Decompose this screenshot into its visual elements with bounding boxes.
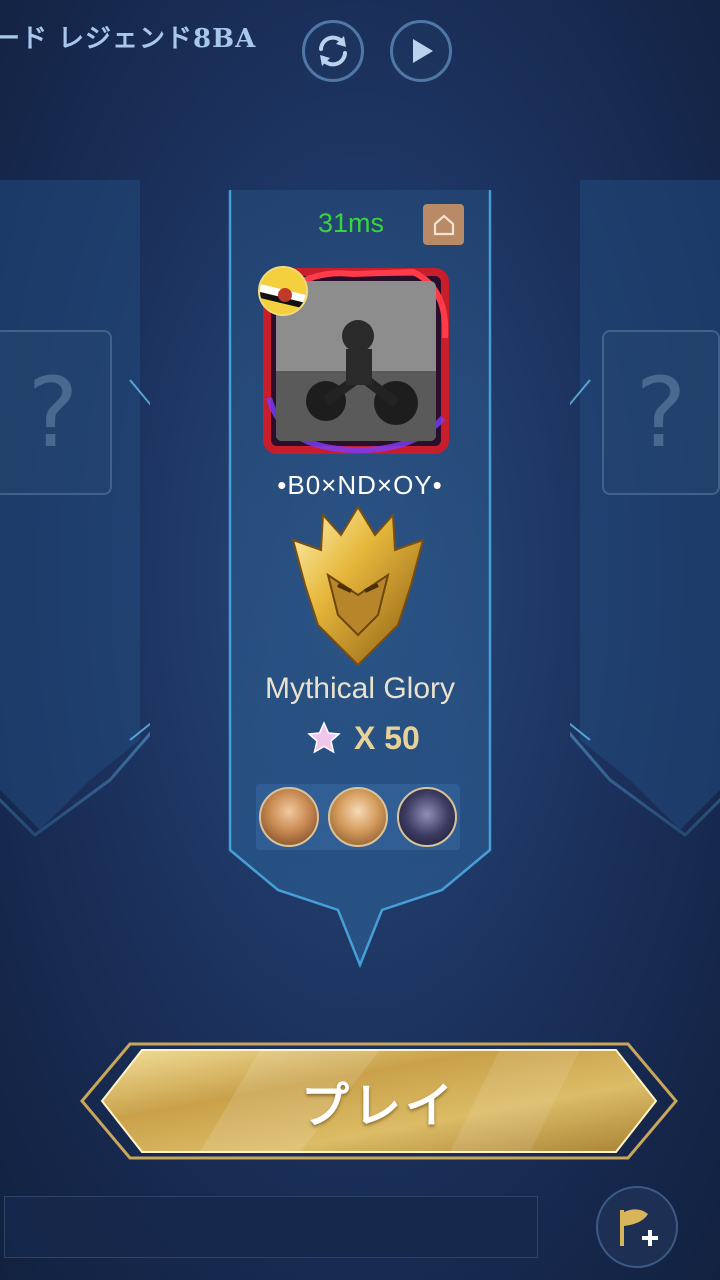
star-icon (307, 721, 341, 754)
question-mark-card: ? (0, 330, 112, 495)
flag-plus-icon (620, 1209, 658, 1246)
slot-banner-left (0, 180, 150, 837)
home-badge (423, 204, 464, 245)
question-mark-card: ? (602, 330, 720, 495)
star-count-row: X 50 (306, 716, 420, 760)
star-count: X 50 (354, 719, 420, 756)
empty-slot-left[interactable]: ? (0, 180, 150, 840)
hero-portrait[interactable] (397, 787, 457, 847)
refresh-button[interactable] (302, 20, 364, 82)
replay-button[interactable] (390, 20, 452, 82)
play-icon (413, 39, 433, 63)
home-icon (433, 214, 454, 235)
country-flag-icon (258, 266, 308, 316)
rank-name: Mythical Glory (264, 672, 456, 705)
play-button[interactable]: プレイ (80, 1036, 678, 1166)
empty-slot-right[interactable]: ? (570, 180, 720, 840)
rank-emblem-icon (283, 505, 433, 670)
refresh-icon (319, 35, 347, 67)
top-bar: ード レジェンド8BA (0, 0, 720, 90)
invite-button[interactable] (596, 1186, 678, 1268)
hero-portrait[interactable] (328, 787, 388, 847)
mode-title: ード レジェンド8BA (0, 24, 257, 54)
favorite-heroes (256, 784, 460, 850)
ping-latency: 31ms (318, 208, 385, 238)
player-name: •B0×ND×OY• (277, 470, 443, 500)
slot-banner-right (570, 180, 720, 837)
hero-portrait[interactable] (259, 787, 319, 847)
chat-input-bar[interactable] (4, 1196, 538, 1258)
